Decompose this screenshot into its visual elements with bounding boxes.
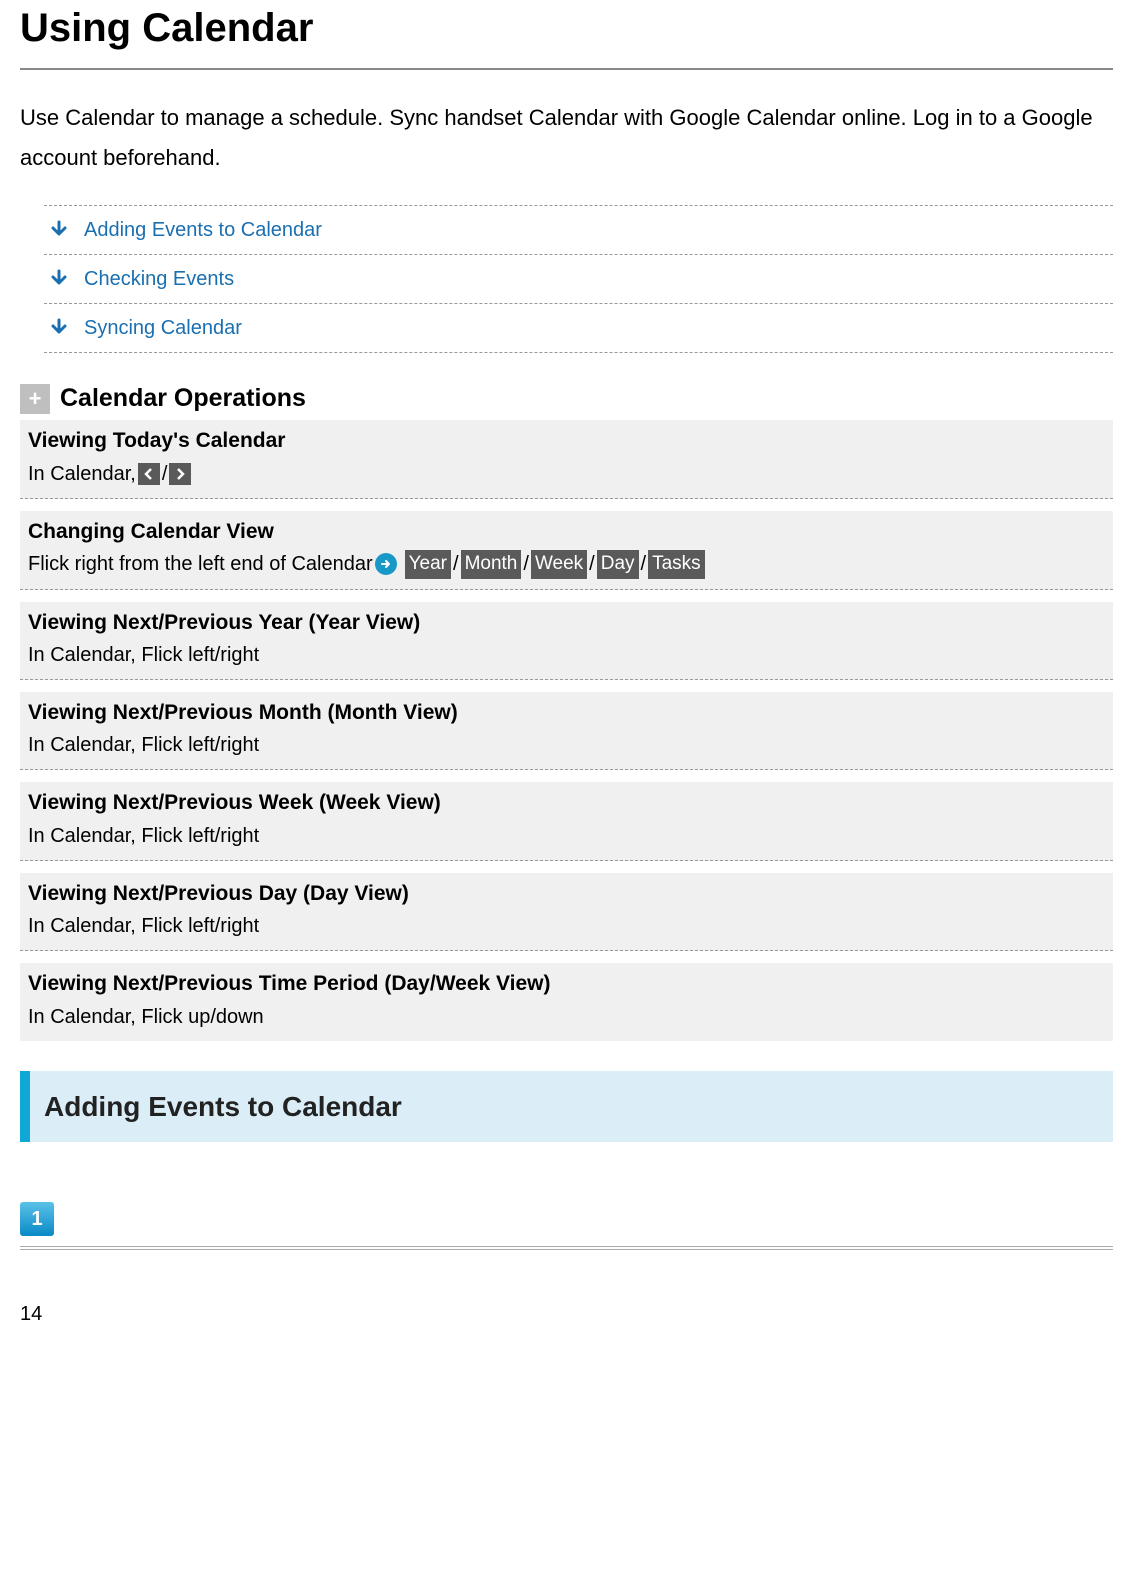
down-arrow-icon (48, 268, 70, 290)
op-body: Flick right from the left end of Calenda… (28, 550, 1105, 579)
step-number-badge: 1 (20, 1202, 54, 1236)
separator: / (523, 550, 529, 578)
chip-year: Year (405, 550, 451, 579)
op-text: Flick right from the left end of Calenda… (28, 550, 373, 578)
down-arrow-icon (48, 219, 70, 241)
section-heading-adding-events: Adding Events to Calendar (20, 1071, 1113, 1142)
op-body: In Calendar, Flick left/right (28, 731, 1105, 759)
toc-label: Syncing Calendar (84, 314, 242, 342)
op-next-prev-year: Viewing Next/Previous Year (Year View) I… (20, 602, 1113, 680)
op-title: Viewing Next/Previous Time Period (Day/W… (28, 969, 1105, 998)
divider (20, 1246, 1113, 1250)
separator: / (641, 550, 647, 578)
op-changing-view: Changing Calendar View Flick right from … (20, 511, 1113, 590)
intro-paragraph: Use Calendar to manage a schedule. Sync … (20, 98, 1113, 177)
operations-heading: Calendar Operations (60, 381, 306, 416)
separator: / (453, 550, 459, 578)
op-next-prev-month: Viewing Next/Previous Month (Month View)… (20, 692, 1113, 770)
op-next-prev-day: Viewing Next/Previous Day (Day View) In … (20, 873, 1113, 951)
chip-week: Week (531, 550, 587, 579)
op-title: Viewing Today's Calendar (28, 426, 1105, 455)
down-arrow-icon (48, 317, 70, 339)
plus-icon: + (20, 384, 50, 414)
toc-item-checking-events[interactable]: Checking Events (44, 255, 1113, 304)
chip-tasks: Tasks (648, 550, 705, 579)
op-next-prev-time-period: Viewing Next/Previous Time Period (Day/W… (20, 963, 1113, 1040)
toc-item-syncing-calendar[interactable]: Syncing Calendar (44, 304, 1113, 353)
chip-day: Day (597, 550, 639, 579)
page-title: Using Calendar (20, 0, 1113, 70)
toc-item-adding-events[interactable]: Adding Events to Calendar (44, 206, 1113, 255)
chevron-right-icon (169, 463, 191, 485)
op-body: In Calendar, Flick up/down (28, 1003, 1105, 1031)
op-body: In Calendar, Flick left/right (28, 822, 1105, 850)
op-title: Viewing Next/Previous Day (Day View) (28, 879, 1105, 908)
op-title: Changing Calendar View (28, 517, 1105, 546)
operations-section: + Calendar Operations Viewing Today's Ca… (20, 381, 1113, 1040)
page-number: 14 (20, 1300, 1113, 1328)
chevron-left-icon (138, 463, 160, 485)
separator: / (162, 460, 168, 488)
op-next-prev-week: Viewing Next/Previous Week (Week View) I… (20, 782, 1113, 860)
table-of-contents: Adding Events to Calendar Checking Event… (44, 205, 1113, 353)
op-body: In Calendar, Flick left/right (28, 912, 1105, 940)
op-text: In Calendar, (28, 460, 136, 488)
toc-label: Checking Events (84, 265, 234, 293)
op-body: In Calendar, / (28, 460, 1105, 488)
op-title: Viewing Next/Previous Week (Week View) (28, 788, 1105, 817)
op-title: Viewing Next/Previous Year (Year View) (28, 608, 1105, 637)
op-title: Viewing Next/Previous Month (Month View) (28, 698, 1105, 727)
arrow-right-circle-icon (375, 553, 397, 575)
op-viewing-today: Viewing Today's Calendar In Calendar, / (20, 420, 1113, 498)
op-body: In Calendar, Flick left/right (28, 641, 1105, 669)
toc-label: Adding Events to Calendar (84, 216, 322, 244)
separator: / (589, 550, 595, 578)
chip-month: Month (461, 550, 522, 579)
